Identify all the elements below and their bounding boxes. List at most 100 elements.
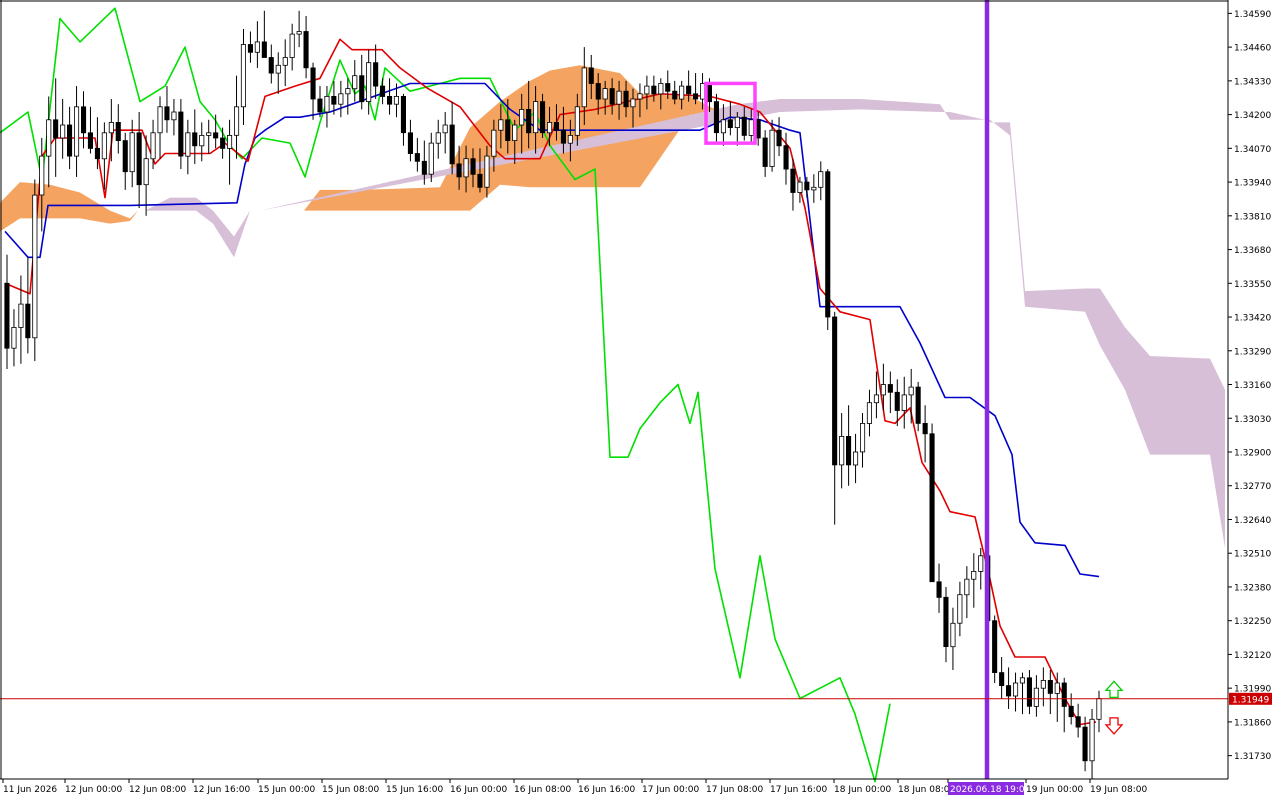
y-tick-label: 1.31860 xyxy=(1234,718,1271,728)
candle-bear xyxy=(317,98,323,113)
candle-bull xyxy=(39,155,45,196)
y-tick-label: 1.33290 xyxy=(1234,347,1271,357)
candle-bear xyxy=(115,122,121,142)
candle-bull xyxy=(658,83,664,95)
candle-bear xyxy=(470,158,476,175)
candle-bull xyxy=(547,122,553,134)
candle-bear xyxy=(887,384,893,393)
candle-bear xyxy=(261,41,267,58)
candle-bear xyxy=(303,31,309,69)
candle-bear xyxy=(776,129,782,147)
candle-bear xyxy=(623,90,629,108)
candle-bear xyxy=(477,173,483,188)
candle-bull xyxy=(769,129,775,167)
y-tick-label: 1.34330 xyxy=(1234,77,1271,87)
candle-bull xyxy=(700,83,706,100)
candle-bear xyxy=(53,119,59,139)
candle-bear xyxy=(213,132,219,139)
candle-bear xyxy=(178,111,184,157)
candle-bear xyxy=(505,119,511,142)
candle-bear xyxy=(595,83,601,100)
candle-bull xyxy=(442,124,448,134)
candle-bull xyxy=(435,132,441,144)
x-tick-label: 18 Jun 00:00 xyxy=(834,785,891,795)
candle-bear xyxy=(825,171,831,318)
candle-bull xyxy=(644,85,650,95)
candle-bear xyxy=(929,433,935,583)
candle-bull xyxy=(393,96,399,105)
candle-bull xyxy=(720,119,726,134)
candle-bear xyxy=(1068,705,1074,718)
candle-bear xyxy=(310,67,316,100)
candle-bear xyxy=(609,88,615,105)
candle-bull xyxy=(1054,682,1060,694)
candle-bull xyxy=(254,41,260,53)
candle-bear xyxy=(588,67,594,84)
candle-bull xyxy=(226,134,233,149)
y-tick-label: 1.34460 xyxy=(1234,44,1271,54)
candle-bear xyxy=(1061,682,1067,707)
y-tick-label: 1.33810 xyxy=(1234,212,1271,222)
candle-bull xyxy=(574,106,580,136)
candle-bull xyxy=(1040,680,1046,689)
current-price-label: 1.31949 xyxy=(1232,695,1269,705)
candle-bear xyxy=(936,581,942,598)
y-tick-label: 1.32380 xyxy=(1234,583,1271,593)
candle-bull xyxy=(637,93,643,100)
candle-bull xyxy=(602,88,608,100)
y-tick-label: 1.33160 xyxy=(1234,381,1271,391)
candle-bear xyxy=(220,137,226,149)
x-tick-label: 11 Jun 2026 xyxy=(3,785,57,795)
price-chart[interactable]: 1.34590 1.34460 1.34330 1.34200 1.34070 1.339… xyxy=(0,0,1280,800)
candle-bull xyxy=(491,129,497,157)
candle-bull xyxy=(957,594,963,624)
candle-bear xyxy=(4,282,10,349)
x-tick-label: 16 Jun 16:00 xyxy=(578,785,635,795)
candle-bull xyxy=(11,326,17,349)
candle-bull xyxy=(880,384,886,396)
candle-bull xyxy=(101,132,107,160)
candle-bull xyxy=(1089,718,1095,762)
x-tick-label: 15 Jun 08:00 xyxy=(322,785,379,795)
x-tick-label: 18 Jun 08:00 xyxy=(898,785,955,795)
candle-bear xyxy=(706,83,712,103)
x-tick-label: 16 Jun 08:00 xyxy=(514,785,571,795)
candle-bear xyxy=(1047,680,1053,694)
candle-bear xyxy=(25,303,31,339)
candle-bull xyxy=(950,622,956,648)
candle-bull xyxy=(108,122,114,134)
candle-bull xyxy=(275,64,281,74)
candle-bull xyxy=(839,435,845,466)
candle-bull xyxy=(296,31,302,35)
candle-bull xyxy=(60,124,66,139)
candle-bull xyxy=(150,132,156,160)
candle-bull xyxy=(338,93,344,105)
y-tick-label: 1.32510 xyxy=(1234,550,1271,560)
candle-bear xyxy=(268,57,274,74)
candle-bull xyxy=(519,109,525,126)
candle-bull xyxy=(143,158,149,186)
candle-bear xyxy=(943,596,949,647)
candle-bull xyxy=(866,402,872,424)
candle-bear xyxy=(804,181,810,191)
candle-bull xyxy=(484,155,490,188)
chart-root: 1.34590 1.34460 1.34330 1.34200 1.34070 1.339… xyxy=(0,0,1280,800)
candle-bull xyxy=(18,303,24,328)
candle-bear xyxy=(665,83,671,92)
candle-bear xyxy=(553,122,559,131)
candle-bear xyxy=(331,96,337,105)
y-tick-label: 1.33030 xyxy=(1234,415,1271,425)
candle-bear xyxy=(992,620,998,674)
y-tick-label: 1.33550 xyxy=(1234,280,1271,290)
x-tick-label: 12 Jun 16:00 xyxy=(193,785,250,795)
candle-bull xyxy=(129,132,135,173)
candle-bear xyxy=(693,93,699,100)
y-tick-label: 1.32250 xyxy=(1234,617,1271,627)
candle-bear xyxy=(136,132,142,186)
candle-bear xyxy=(456,163,462,178)
candle-bear xyxy=(783,145,789,170)
candle-bear xyxy=(359,75,365,103)
x-tick-label: 17 Jun 16:00 xyxy=(770,785,827,795)
candle-bear xyxy=(379,85,386,97)
candle-bull xyxy=(818,171,824,188)
